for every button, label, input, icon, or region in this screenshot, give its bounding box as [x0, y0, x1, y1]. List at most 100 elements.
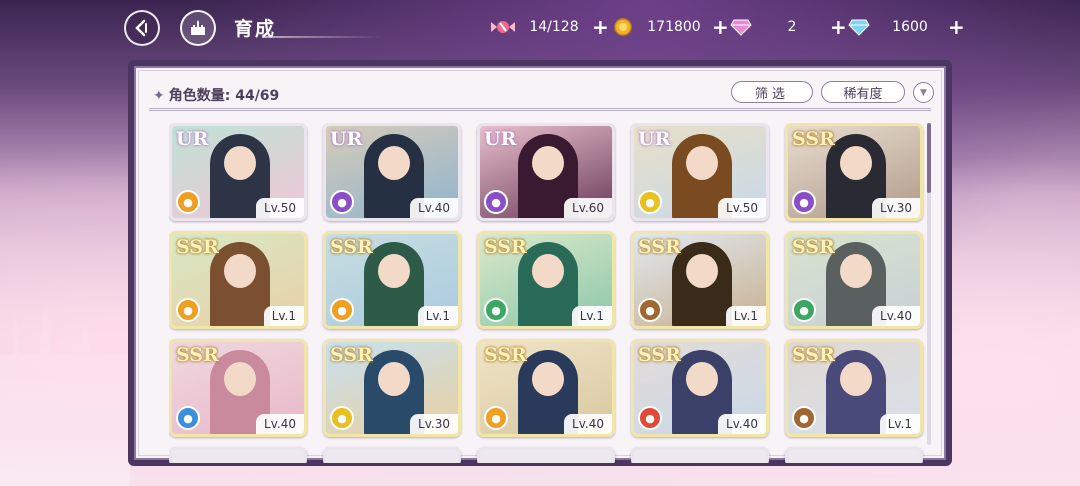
scrollbar[interactable]	[927, 123, 931, 445]
rarity-badge: SSR	[638, 236, 681, 258]
character-panel: ✦ 角色数量: 44/69 筛选 稀有度 ▼ UR ● Lv.50 UR ● Lv.40 UR…	[128, 60, 952, 466]
character-card[interactable]: SSR ● Lv.40	[477, 339, 615, 437]
scepter-icon: ●	[176, 406, 200, 430]
character-face	[532, 362, 564, 396]
title-decoration	[262, 36, 382, 38]
character-card[interactable]: SSR ● Lv.1	[785, 339, 923, 437]
character-card[interactable]: SSR ● Lv.40	[169, 339, 307, 437]
rarity-badge: SSR	[330, 236, 373, 258]
resource-blue-diamond: 1600 +	[846, 15, 965, 39]
sort-order-button[interactable]: ▼	[913, 82, 934, 103]
level-label: Lv.30	[872, 198, 920, 218]
top-bar: 育成 14/128 + 171800 + 2 + 1600 +	[0, 0, 1080, 56]
character-face	[224, 146, 256, 180]
level-label: Lv.40	[564, 414, 612, 434]
character-card-partial[interactable]	[631, 447, 769, 463]
boot-icon: ●	[792, 190, 816, 214]
crown-icon: ●	[638, 190, 662, 214]
rarity-badge: SSR	[792, 236, 835, 258]
character-card[interactable]: SSR ● Lv.1	[477, 231, 615, 329]
pink-gem-count: 2	[787, 19, 797, 35]
character-card[interactable]: SSR ● Lv.30	[785, 123, 923, 221]
gold-count: 171800	[647, 19, 701, 35]
chevron-down-icon: ▼	[920, 87, 927, 98]
character-card-partial[interactable]	[169, 447, 307, 463]
character-count-text: 角色数量: 44/69	[168, 88, 280, 104]
rarity-badge: UR	[484, 128, 517, 150]
blue-diamond-plus-button[interactable]: +	[948, 15, 965, 39]
blue-diamond-icon	[846, 16, 872, 38]
scrollbar-thumb[interactable]	[927, 123, 931, 193]
level-label: Lv.30	[410, 414, 458, 434]
character-face	[378, 254, 410, 288]
home-button[interactable]	[180, 10, 216, 46]
rarity-badge: SSR	[484, 236, 527, 258]
resource-gold: 171800 +	[610, 15, 729, 39]
character-face	[224, 254, 256, 288]
character-face	[686, 146, 718, 180]
level-label: Lv.1	[725, 306, 766, 326]
fist-icon: ●	[176, 298, 200, 322]
gold-coin-icon	[610, 16, 636, 38]
character-grid: UR ● Lv.50 UR ● Lv.40 UR ● Lv.60 UR ● Lv.50 SSR ● Lv.3…	[169, 123, 929, 463]
character-card[interactable]: SSR ● Lv.40	[785, 231, 923, 329]
level-label: Lv.1	[417, 306, 458, 326]
blue-diamond-count: 1600	[892, 19, 928, 35]
character-card[interactable]: UR ● Lv.60	[477, 123, 615, 221]
book-icon: ●	[330, 298, 354, 322]
character-face	[840, 146, 872, 180]
level-label: Lv.1	[263, 306, 304, 326]
character-card[interactable]: SSR ● Lv.40	[631, 339, 769, 437]
character-face	[532, 254, 564, 288]
character-card-partial[interactable]	[323, 447, 461, 463]
book-icon: ●	[638, 406, 662, 430]
rarity-badge: SSR	[330, 344, 373, 366]
character-card[interactable]: UR ● Lv.50	[169, 123, 307, 221]
level-label: Lv.60	[564, 198, 612, 218]
candy-count: 14/128	[529, 19, 579, 35]
character-card[interactable]: SSR ● Lv.30	[323, 339, 461, 437]
character-face	[378, 362, 410, 396]
panel-inner: ✦ 角色数量: 44/69 筛选 稀有度 ▼ UR ● Lv.50 UR ● Lv.40 UR…	[138, 70, 942, 463]
boot-icon: ●	[484, 298, 508, 322]
level-label: Lv.1	[879, 414, 920, 434]
character-face	[378, 146, 410, 180]
character-card[interactable]: UR ● Lv.40	[323, 123, 461, 221]
rarity-badge: SSR	[792, 128, 835, 150]
filter-button[interactable]: 筛选	[731, 81, 813, 103]
character-face	[840, 362, 872, 396]
resource-candy: 14/128 +	[490, 15, 609, 39]
back-arrow-icon	[135, 19, 147, 37]
level-label: Lv.50	[256, 198, 304, 218]
rarity-badge: SSR	[484, 344, 527, 366]
rarity-badge: SSR	[176, 236, 219, 258]
character-face	[532, 146, 564, 180]
character-card[interactable]: SSR ● Lv.1	[169, 231, 307, 329]
character-card[interactable]: SSR ● Lv.1	[631, 231, 769, 329]
level-label: Lv.40	[872, 306, 920, 326]
rarity-badge: UR	[330, 128, 363, 150]
rarity-badge: UR	[638, 128, 671, 150]
character-card-partial[interactable]	[785, 447, 923, 463]
character-card[interactable]: SSR ● Lv.1	[323, 231, 461, 329]
character-card-partial[interactable]	[477, 447, 615, 463]
candy-plus-button[interactable]: +	[592, 15, 609, 39]
rarity-badge: UR	[176, 128, 209, 150]
level-label: Lv.40	[410, 198, 458, 218]
book-icon: ●	[330, 406, 354, 430]
character-face	[686, 362, 718, 396]
character-face	[224, 362, 256, 396]
gold-plus-button[interactable]: +	[712, 15, 729, 39]
rarity-sort-button[interactable]: 稀有度	[821, 81, 905, 103]
level-label: Lv.40	[718, 414, 766, 434]
character-face	[840, 254, 872, 288]
rarity-badge: SSR	[792, 344, 835, 366]
header-divider	[149, 108, 931, 111]
back-button[interactable]	[124, 10, 160, 46]
candy-icon	[490, 16, 516, 38]
level-label: Lv.50	[718, 198, 766, 218]
character-card[interactable]: UR ● Lv.50	[631, 123, 769, 221]
pink-gem-plus-button[interactable]: +	[830, 15, 847, 39]
pink-gem-icon	[728, 16, 754, 38]
fist-icon: ●	[638, 298, 662, 322]
